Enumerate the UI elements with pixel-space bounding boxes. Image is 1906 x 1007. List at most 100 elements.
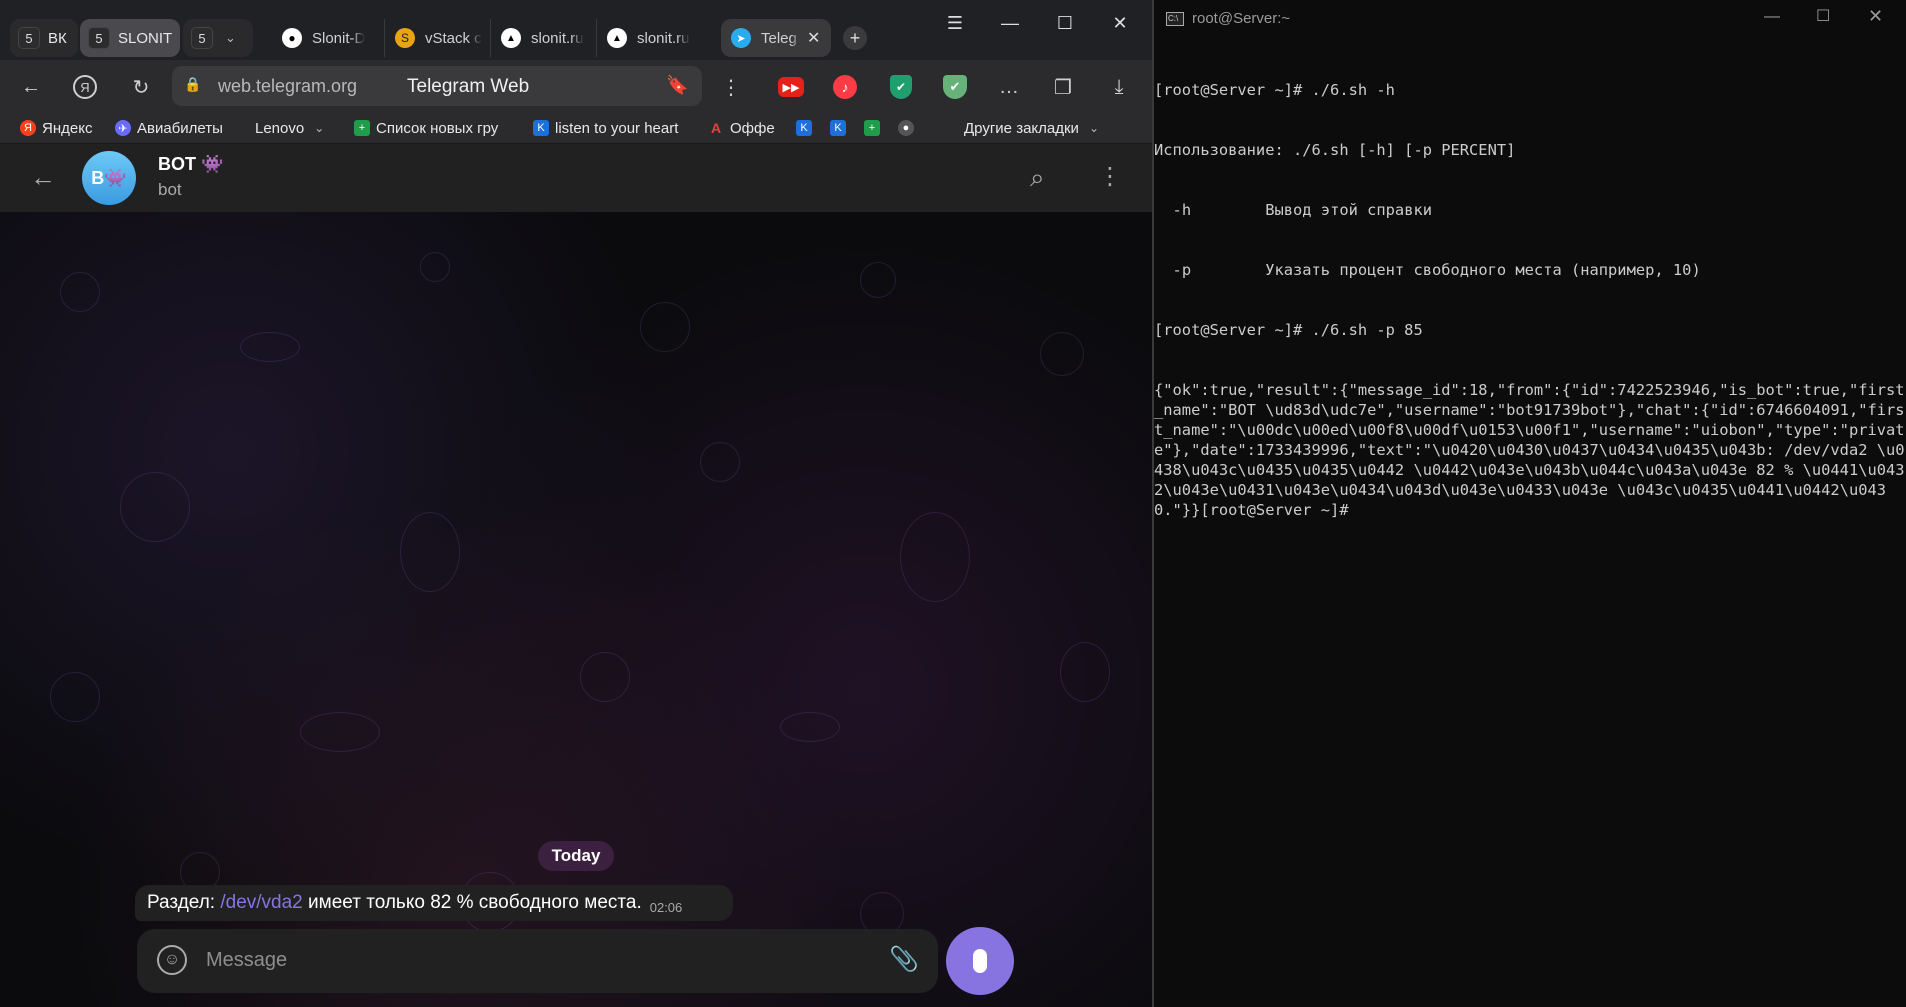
close-window-button[interactable]: ✕ — [1868, 6, 1883, 27]
terminal-line: [root@Server ~]# ./6.sh -p 85 — [1154, 321, 1423, 339]
message-input[interactable]: Message — [206, 949, 287, 972]
chat-title[interactable]: BOT 👾 — [158, 154, 223, 175]
more-vertical-icon[interactable]: ⋮ — [716, 72, 746, 102]
back-arrow-icon[interactable]: ← — [30, 162, 56, 193]
bookmark-other-folder[interactable]: Другие закладки ⌄ — [964, 116, 1099, 140]
reload-icon[interactable]: ↻ — [126, 72, 156, 102]
tab-label: Slonit-D — [312, 29, 366, 47]
terminal-line: -p Указать процент свободного места (нап… — [1154, 261, 1701, 279]
bookmark-listen[interactable]: K listen to your heart — [533, 116, 689, 140]
shield-extension-icon[interactable]: ✔ — [886, 72, 916, 102]
message-composer[interactable]: ☺ Message 📎 — [137, 929, 938, 993]
bookmark-label: Оффе — [730, 119, 775, 137]
pattern-doodle — [700, 442, 740, 482]
bookmark-label: Яндекс — [42, 119, 93, 137]
tab-github[interactable]: ● Slonit-D — [272, 19, 380, 57]
tab-slonit-2[interactable]: ▲ slonit.ru — [596, 19, 696, 57]
terminal-line: -h Вывод этой справки — [1154, 201, 1432, 219]
terminal-line: {"ok":true,"result":{"message_id":18,"fr… — [1154, 381, 1905, 519]
chevron-down-icon: ⌄ — [314, 121, 325, 135]
minimize-button[interactable]: — — [990, 8, 1030, 38]
message-bubble[interactable]: Раздел: /dev/vda2 имеет только 82 % своб… — [135, 885, 733, 921]
minimize-button[interactable]: — — [1764, 8, 1780, 26]
maximize-button[interactable]: ☐ — [1816, 6, 1830, 26]
pattern-doodle — [580, 652, 630, 702]
pattern-doodle — [640, 302, 690, 352]
tab-group-label: SLONIT — [118, 29, 173, 47]
pattern-doodle — [860, 262, 896, 298]
tab-telegram-active[interactable]: ➤ Teleg ✕ — [721, 19, 831, 57]
bookmark-groups-list[interactable]: + Список новых гру — [354, 116, 540, 140]
close-window-button[interactable]: ✕ — [1100, 8, 1140, 38]
alfa-icon: A — [710, 120, 722, 136]
tab-slonit-1[interactable]: ▲ slonit.ru — [490, 19, 590, 57]
lock-icon[interactable]: 🔒 — [184, 76, 201, 93]
bookmark-yandex[interactable]: Я Яндекс — [20, 116, 92, 140]
bookmark-label: Другие закладки — [964, 119, 1079, 137]
page-title: Telegram Web — [407, 76, 530, 97]
tab-group-slonit[interactable]: 5 SLONIT — [80, 19, 180, 57]
pattern-doodle — [1060, 642, 1110, 702]
plane-icon: ✈ — [115, 120, 131, 136]
new-tab-button[interactable]: + — [838, 19, 872, 57]
menu-icon[interactable]: ☰ — [935, 8, 975, 38]
message-time: 02:06 — [649, 899, 683, 915]
pattern-doodle — [420, 252, 450, 282]
terminal-line: [root@Server ~]# ./6.sh -h — [1154, 81, 1395, 99]
yandex-logo-icon: Я — [20, 120, 36, 136]
more-vertical-icon[interactable]: ⋮ — [1098, 162, 1122, 191]
attach-icon[interactable]: 📎 — [889, 945, 919, 974]
message-text-prefix: Раздел: — [147, 892, 221, 913]
plus-icon: + — [843, 26, 867, 50]
bookmark-icon[interactable]: 🔖 — [666, 75, 688, 96]
address-bar[interactable]: 🔒 web.telegram.org Telegram Web 🔖 — [172, 66, 702, 106]
chevron-down-icon: ⌄ — [1088, 121, 1099, 135]
triangle-icon: ▲ — [501, 28, 521, 48]
avatar[interactable]: B👾 — [82, 151, 136, 205]
vk-icon: K — [830, 120, 846, 136]
browser-window: 5 ВК 5 SLONIT 5 ⌄ ● Slonit-D S vStack c … — [0, 0, 1152, 1007]
search-icon[interactable]: ⌕ — [1030, 162, 1045, 194]
bookmark-sheets[interactable]: + — [864, 116, 886, 140]
terminal-output[interactable]: [root@Server ~]# ./6.sh -h Использование… — [1154, 40, 1906, 560]
bookmark-vk-1[interactable]: K — [796, 116, 818, 140]
tab-group-label: ВК — [48, 29, 67, 47]
maximize-button[interactable]: ☐ — [1045, 8, 1085, 38]
voice-record-button[interactable] — [946, 927, 1014, 995]
bookmark-offers[interactable]: A Оффе — [708, 116, 775, 140]
pattern-doodle — [1040, 332, 1084, 376]
chevron-down-icon: ⌄ — [225, 30, 236, 45]
adguard-extension-icon[interactable]: ✔ — [940, 72, 970, 102]
music-extension-icon[interactable]: ♪ — [830, 72, 860, 102]
pattern-doodle — [780, 712, 840, 742]
message-link[interactable]: /dev/vda2 — [220, 892, 302, 914]
message-text-suffix: имеет только 82 % свободного места. — [302, 892, 642, 913]
bookmark-vk-2[interactable]: K — [830, 116, 852, 140]
telegram-icon: ➤ — [731, 28, 751, 48]
chat-header: ← B👾 BOT 👾 bot ⌕ ⋮ — [0, 144, 1152, 212]
extensions-overflow-icon[interactable]: … — [994, 72, 1024, 102]
pattern-doodle — [50, 672, 100, 722]
tab-vstack[interactable]: S vStack c — [384, 19, 484, 57]
back-icon[interactable]: ← — [16, 72, 46, 102]
close-icon[interactable]: ✕ — [807, 28, 820, 48]
terminal-line: Использование: ./6.sh [-h] [-p PERCENT] — [1154, 141, 1516, 159]
url-domain: web.telegram.org — [218, 76, 358, 96]
youtube-extension-icon[interactable]: ▶▶ — [776, 72, 806, 102]
bookmark-label: Lenovo — [255, 119, 305, 137]
vstack-icon: S — [395, 28, 415, 48]
emoji-icon[interactable]: ☺ — [157, 945, 187, 975]
tab-label: Teleg — [761, 29, 797, 47]
tab-group-count: 5 — [18, 27, 40, 49]
download-icon[interactable]: ⤓ — [1104, 72, 1134, 102]
bookmark-folder-lenovo[interactable]: Lenovo ⌄ — [255, 116, 324, 140]
collections-icon[interactable]: ❐ — [1048, 72, 1078, 102]
tab-group-vk[interactable]: 5 ВК — [10, 19, 78, 57]
chat-status: bot — [158, 180, 182, 199]
tab-group-collapsed[interactable]: 5 ⌄ — [183, 19, 253, 57]
bookmark-flights[interactable]: ✈ Авиабилеты — [115, 116, 223, 140]
pattern-doodle — [400, 512, 460, 592]
yandex-icon[interactable]: Я — [70, 72, 100, 102]
sheets-icon: + — [354, 120, 370, 136]
bookmark-github[interactable]: ● — [898, 116, 920, 140]
